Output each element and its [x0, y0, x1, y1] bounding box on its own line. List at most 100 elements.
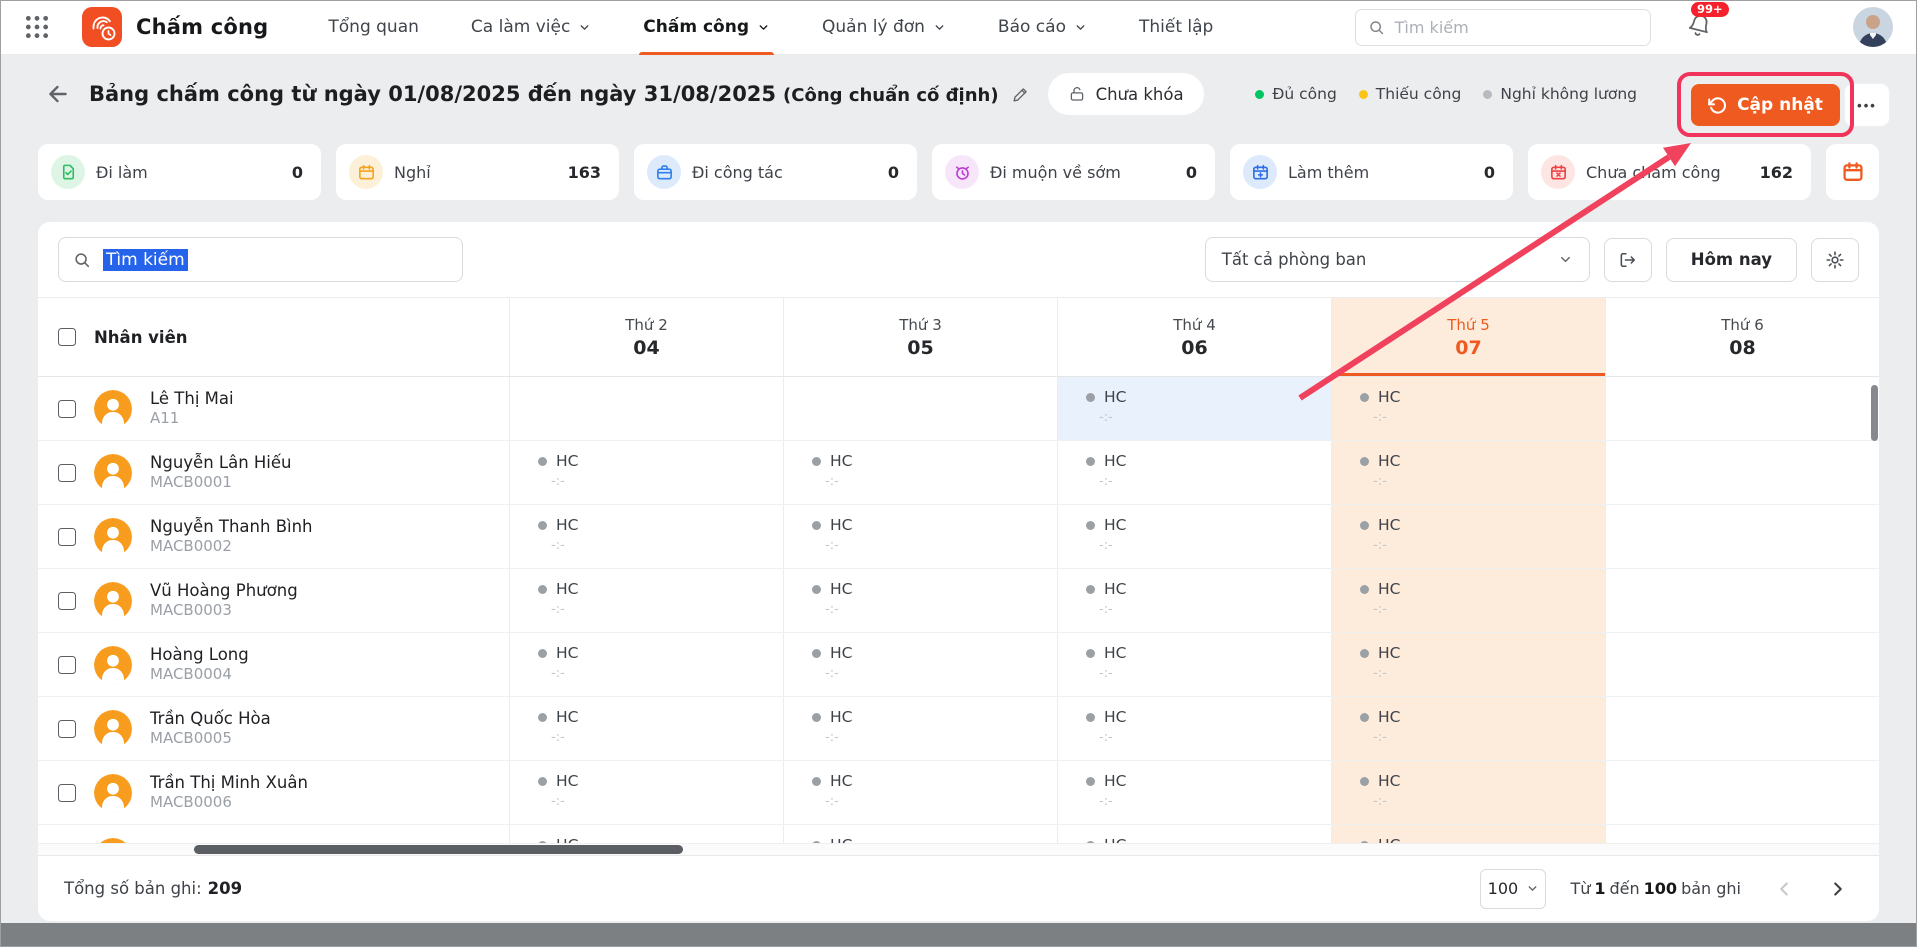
nav-item-ca-lam-viec[interactable]: Ca làm việc [471, 0, 591, 55]
attendance-cell[interactable]: HC -:- [1331, 505, 1605, 568]
nav-item-bao-cao[interactable]: Báo cáo [998, 0, 1087, 55]
update-button-label: Cập nhật [1737, 95, 1823, 115]
employee-code: MACB0006 [150, 793, 308, 813]
stat-chip-di-lam[interactable]: Đi làm 0 [38, 144, 321, 200]
notifications-button[interactable]: 99+ [1687, 13, 1712, 42]
attendance-cell[interactable]: HC -:- [1057, 633, 1331, 696]
attendance-cell[interactable]: HC -:- [783, 505, 1057, 568]
table-row: Vũ Hoàng Phương MACB0003 HC -:- HC -:- H… [38, 569, 1879, 633]
day-column-header-08[interactable]: Thứ 6 08 [1605, 298, 1879, 376]
row-checkbox[interactable] [58, 528, 76, 546]
shift-time: -:- [551, 538, 783, 553]
attendance-cell[interactable]: HC -:- [1057, 441, 1331, 504]
previous-page-button[interactable] [1769, 878, 1799, 900]
today-button[interactable]: Hôm nay [1666, 238, 1797, 282]
attendance-cell[interactable] [1605, 505, 1879, 568]
next-page-button[interactable] [1823, 878, 1853, 900]
row-checkbox[interactable] [58, 464, 76, 482]
global-search-input[interactable]: Tìm kiếm [1355, 9, 1651, 46]
refresh-rotate-icon [1708, 96, 1727, 115]
department-select[interactable]: Tất cả phòng ban [1205, 237, 1590, 282]
attendance-cell[interactable]: HC -:- [509, 569, 783, 632]
stat-chip-di-cong-tac[interactable]: Đi công tác 0 [634, 144, 917, 200]
attendance-cell[interactable] [1605, 569, 1879, 632]
back-arrow-icon[interactable] [45, 81, 71, 107]
attendance-cell[interactable]: HC -:- [509, 505, 783, 568]
attendance-cell[interactable]: HC -:- [1331, 441, 1605, 504]
attendance-cell[interactable]: HC -:- [1057, 505, 1331, 568]
vertical-scrollbar-thumb[interactable] [1871, 385, 1878, 441]
attendance-cell[interactable] [783, 377, 1057, 440]
attendance-cell[interactable]: HC -:- [1331, 377, 1605, 440]
attendance-cell[interactable] [1605, 761, 1879, 824]
attendance-cell[interactable]: HC -:- [1331, 633, 1605, 696]
nav-item-quan-ly-don[interactable]: Quản lý đơn [822, 0, 946, 55]
nav-item-thiet-lap[interactable]: Thiết lập [1139, 0, 1213, 55]
settings-button[interactable] [1811, 238, 1859, 282]
shift-time: -:- [1099, 794, 1331, 809]
attendance-cell[interactable]: HC -:- [783, 825, 1057, 843]
stat-chip-nghi[interactable]: Nghỉ 163 [336, 144, 619, 200]
update-button[interactable]: Cập nhật [1691, 84, 1840, 126]
row-checkbox[interactable] [58, 720, 76, 738]
attendance-cell[interactable]: HC -:- [783, 569, 1057, 632]
attendance-cell[interactable] [1605, 633, 1879, 696]
export-button[interactable] [1604, 238, 1652, 282]
unlock-icon [1068, 85, 1086, 103]
attendance-cell[interactable]: HC -:- [1057, 377, 1331, 440]
attendance-cell[interactable]: HC -:- [1057, 825, 1331, 843]
attendance-cell[interactable]: HC -:- [1057, 569, 1331, 632]
employee-name: Vũ Hoàng Phương [150, 580, 298, 601]
stat-chip-lam-them[interactable]: Làm thêm 0 [1230, 144, 1513, 200]
lock-status-pill[interactable]: Chưa khóa [1048, 73, 1204, 115]
nav-item-cham-cong[interactable]: Chấm công [643, 0, 770, 55]
edit-pencil-icon[interactable] [1011, 85, 1030, 104]
attendance-cell[interactable]: HC -:- [509, 697, 783, 760]
day-column-header-06[interactable]: Thứ 4 06 [1057, 298, 1331, 376]
calendar-view-button[interactable] [1826, 144, 1879, 200]
attendance-cell[interactable]: HC -:- [1331, 569, 1605, 632]
attendance-cell[interactable] [1605, 825, 1879, 843]
attendance-cell[interactable] [509, 377, 783, 440]
attendance-cell[interactable]: HC -:- [1057, 761, 1331, 824]
attendance-cell[interactable]: HC -:- [783, 697, 1057, 760]
attendance-cell[interactable] [1605, 377, 1879, 440]
page-size-select[interactable]: 100 [1480, 869, 1546, 909]
attendance-cell[interactable]: HC -:- [1331, 761, 1605, 824]
day-column-header-05[interactable]: Thứ 3 05 [783, 298, 1057, 376]
weekday-label: Thứ 3 [899, 316, 942, 334]
day-column-header-04[interactable]: Thứ 2 04 [509, 298, 783, 376]
weekday-label: Thứ 4 [1173, 316, 1216, 334]
stat-chip-label: Đi làm [96, 163, 148, 182]
attendance-cell[interactable]: HC -:- [509, 825, 783, 843]
row-checkbox[interactable] [58, 592, 76, 610]
search-icon [1368, 19, 1385, 36]
attendance-cell[interactable]: HC -:- [509, 761, 783, 824]
user-avatar[interactable] [1853, 7, 1893, 47]
shift-entry: HC [1086, 580, 1331, 598]
row-checkbox[interactable] [58, 784, 76, 802]
attendance-cell[interactable]: HC -:- [783, 633, 1057, 696]
stat-chip-chua-cham-cong[interactable]: Chưa chấm công 162 [1528, 144, 1811, 200]
attendance-cell[interactable]: HC -:- [1057, 697, 1331, 760]
status-dot-icon [812, 585, 821, 594]
attendance-cell[interactable]: HC -:- [783, 441, 1057, 504]
attendance-cell[interactable]: HC -:- [1331, 697, 1605, 760]
row-checkbox[interactable] [58, 400, 76, 418]
app-launcher-grid-icon[interactable] [24, 14, 50, 40]
attendance-cell[interactable]: HC -:- [509, 441, 783, 504]
stat-chip-di-muon-ve-som[interactable]: Đi muộn về sớm 0 [932, 144, 1215, 200]
attendance-cell[interactable]: HC -:- [1331, 825, 1605, 843]
status-dot-icon [1360, 393, 1369, 402]
attendance-cell[interactable] [1605, 697, 1879, 760]
more-actions-button[interactable] [1845, 84, 1889, 126]
day-column-header-07[interactable]: Thứ 5 07 [1331, 298, 1605, 376]
attendance-cell[interactable]: HC -:- [783, 761, 1057, 824]
attendance-cell[interactable]: HC -:- [509, 633, 783, 696]
horizontal-scrollbar-thumb[interactable] [194, 845, 683, 854]
table-search-input[interactable]: Tìm kiếm [58, 237, 463, 282]
nav-item-tong-quan[interactable]: Tổng quan [328, 0, 419, 55]
attendance-cell[interactable] [1605, 441, 1879, 504]
row-checkbox[interactable] [58, 656, 76, 674]
select-all-checkbox[interactable] [58, 328, 76, 346]
